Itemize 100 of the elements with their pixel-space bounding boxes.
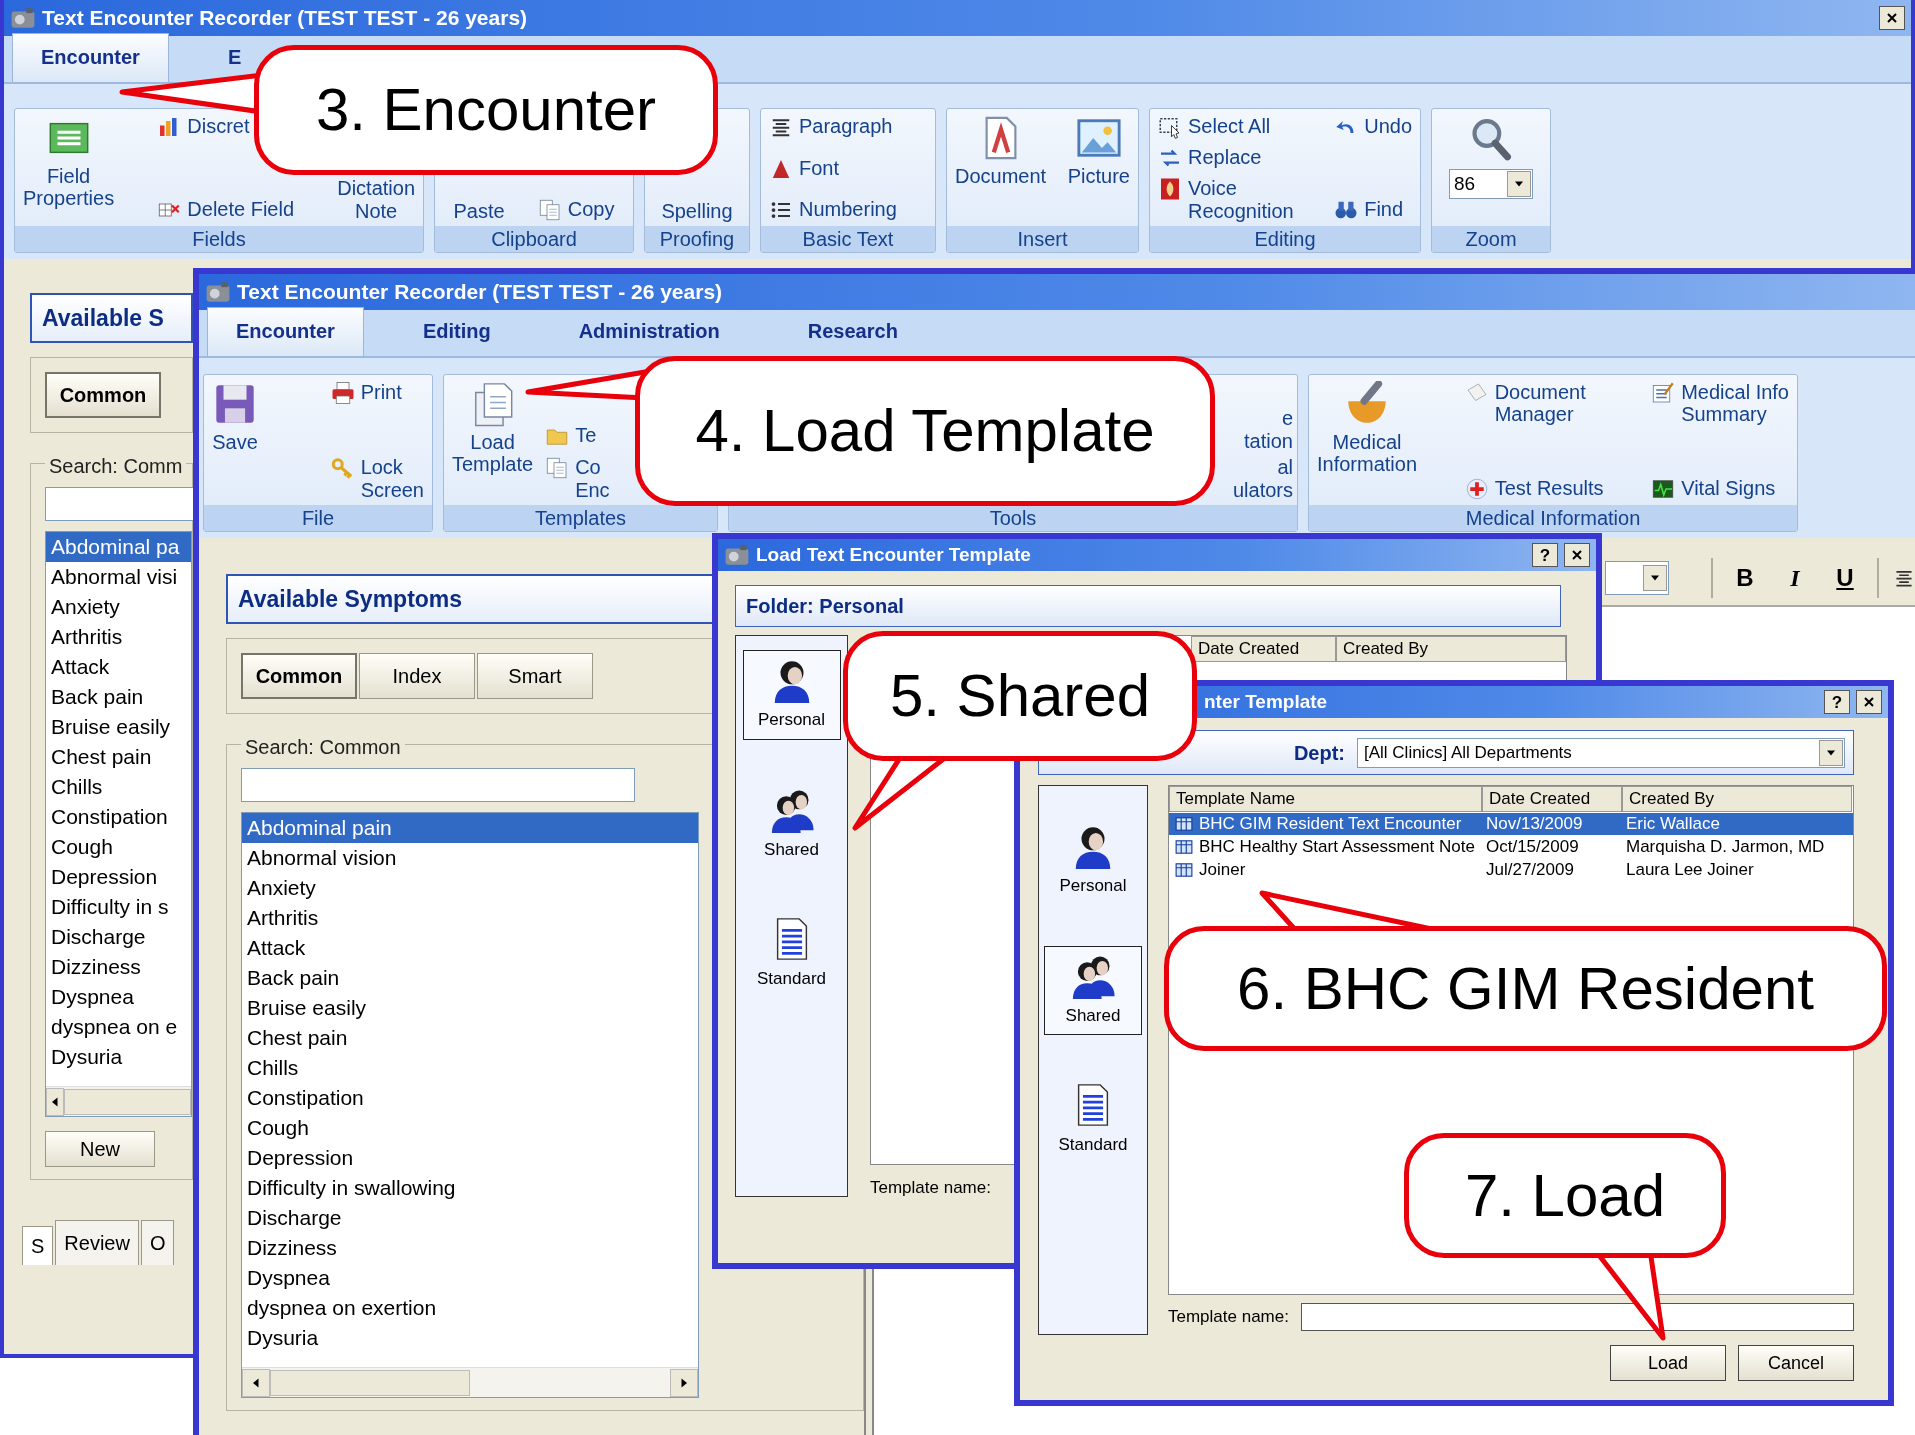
list-item[interactable]: Bruise easily xyxy=(242,993,698,1023)
ribbon-button[interactable]: Document Manager xyxy=(1464,381,1604,426)
scrollbar[interactable] xyxy=(46,1086,191,1116)
list-item[interactable]: Chest pain xyxy=(242,1023,698,1053)
ribbon-button[interactable]: Numbering xyxy=(769,198,897,222)
help-button[interactable]: ? xyxy=(1532,543,1558,567)
search-field[interactable] xyxy=(45,487,193,521)
close-button[interactable] xyxy=(1879,6,1905,30)
list-item[interactable]: Abdominal pain xyxy=(242,813,698,843)
ribbon-button[interactable]: Test Results xyxy=(1464,477,1604,501)
ribbon-button[interactable]: Paste xyxy=(453,199,505,222)
column-header[interactable]: Template Name xyxy=(1169,786,1482,812)
list-item[interactable]: Back pain xyxy=(242,963,698,993)
list-item[interactable]: Back pain xyxy=(46,682,191,712)
ribbon-button[interactable]: Print xyxy=(330,381,424,405)
tab[interactable]: Review xyxy=(55,1220,139,1265)
list-item[interactable]: Attack xyxy=(242,933,698,963)
ribbon-button[interactable]: Te xyxy=(545,424,610,449)
list-item[interactable]: Chest pain xyxy=(46,742,191,772)
ribbon-button[interactable]: Co Enc xyxy=(545,456,610,501)
new-button[interactable]: New xyxy=(45,1131,155,1167)
help-button[interactable]: ? xyxy=(1824,690,1850,714)
table-row[interactable]: BHC GIM Resident Text Encounter Nov/13/2009 Eric Wallace xyxy=(1169,813,1853,835)
ribbon-button[interactable]: Save xyxy=(212,381,258,454)
filter-button[interactable]: Smart xyxy=(477,653,593,699)
ribbon-button[interactable]: Undo xyxy=(1334,115,1412,139)
tab[interactable]: Administration xyxy=(549,307,749,356)
list-item[interactable]: Cough xyxy=(242,1113,698,1143)
list-item[interactable]: Abnormal vision xyxy=(242,843,698,873)
ribbon-button[interactable]: Copy xyxy=(537,198,615,222)
list-item[interactable]: Bruise easily xyxy=(46,712,191,742)
format-button[interactable]: U xyxy=(1827,560,1863,596)
ribbon-button[interactable]: Font xyxy=(769,156,897,181)
dept-field[interactable]: [All Clinics] All Departments xyxy=(1357,737,1845,768)
ribbon-button[interactable]: Select All xyxy=(1158,115,1323,139)
dropdown-button[interactable] xyxy=(1643,565,1667,591)
ribbon-button[interactable]: Delete Field xyxy=(157,198,295,222)
ribbon-button[interactable]: Medical Info Summary xyxy=(1651,381,1789,426)
ribbon-button[interactable]: Medical Information xyxy=(1317,381,1418,476)
folder-button[interactable]: Personal xyxy=(1044,816,1142,906)
list-item[interactable]: Cough xyxy=(46,832,191,862)
ribbon-button[interactable]: Dictation Note xyxy=(337,177,415,222)
ribbon-button[interactable]: Vital Signs xyxy=(1651,477,1789,501)
close-button[interactable] xyxy=(1564,543,1590,567)
close-button[interactable] xyxy=(1856,690,1882,714)
list-item[interactable]: Arthritis xyxy=(46,622,191,652)
zoom-field[interactable]: 86 xyxy=(1449,169,1533,199)
dialog-button[interactable]: Cancel xyxy=(1738,1345,1854,1381)
filter-button[interactable]: Index xyxy=(359,653,475,699)
table-row[interactable]: BHC Healthy Start Assessment Note Oct/15/2009 Marquisha D. Jarmon, MD xyxy=(1169,836,1853,858)
tab[interactable]: S xyxy=(22,1226,54,1265)
search-field[interactable] xyxy=(241,768,635,802)
list-item[interactable]: dyspnea on exertion xyxy=(242,1293,698,1323)
list-item[interactable]: Dizziness xyxy=(46,952,191,982)
ribbon-button[interactable]: Field Properties xyxy=(23,115,115,210)
list-item[interactable]: Chills xyxy=(242,1053,698,1083)
column-header[interactable]: Created By xyxy=(1336,636,1566,662)
column-header[interactable]: Date Created xyxy=(1482,786,1622,812)
filter-button[interactable]: Common xyxy=(45,372,161,418)
column-header[interactable]: Date Created xyxy=(1191,636,1336,662)
ribbon-button[interactable]: Document xyxy=(955,115,1047,188)
list-item[interactable]: Difficulty in s xyxy=(46,892,191,922)
list-item[interactable]: Chills xyxy=(46,772,191,802)
list-item[interactable]: Discharge xyxy=(242,1203,698,1233)
list-item[interactable]: Depression xyxy=(242,1143,698,1173)
format-button[interactable]: I xyxy=(1777,560,1813,596)
list-item[interactable]: Constipation xyxy=(46,802,191,832)
folder-button[interactable]: Standard xyxy=(742,909,841,999)
list-item[interactable]: Depression xyxy=(46,862,191,892)
ribbon-button[interactable]: Spelling xyxy=(661,199,733,222)
dropdown-field[interactable] xyxy=(1605,561,1669,595)
ribbon-button[interactable]: Replace xyxy=(1158,146,1323,171)
dialog-button[interactable]: Load xyxy=(1610,1345,1726,1381)
list-item[interactable]: Dysuria xyxy=(242,1323,698,1353)
list-item[interactable]: Dizziness xyxy=(242,1233,698,1263)
list-item[interactable]: Anxiety xyxy=(46,592,191,622)
ribbon-button[interactable]: Load Template xyxy=(452,381,534,476)
tab[interactable]: Encounter xyxy=(12,33,169,82)
folder-button[interactable]: Personal xyxy=(742,650,841,740)
tab[interactable]: Research xyxy=(778,307,927,356)
list-item[interactable]: Constipation xyxy=(242,1083,698,1113)
tab[interactable]: O xyxy=(140,1220,175,1265)
dropdown-button[interactable] xyxy=(1819,739,1843,766)
ribbon-button[interactable]: Picture xyxy=(1067,115,1130,188)
list-item[interactable]: Dyspnea xyxy=(46,982,191,1012)
ribbon-button[interactable]: al ulators xyxy=(1232,456,1293,501)
folder-button[interactable]: Shared xyxy=(1044,945,1142,1035)
dropdown-button[interactable] xyxy=(1507,171,1531,197)
tab[interactable]: Encounter xyxy=(207,307,364,356)
list-item[interactable]: Anxiety xyxy=(242,873,698,903)
format-button[interactable]: B xyxy=(1727,560,1763,596)
ribbon-button[interactable]: Voice Recognition xyxy=(1158,177,1323,222)
list-item[interactable]: Abnormal visi xyxy=(46,562,191,592)
list-item[interactable]: dyspnea on e xyxy=(46,1012,191,1042)
table-row[interactable]: Joiner Jul/27/2009 Laura Lee Joiner xyxy=(1169,859,1853,881)
ribbon-button[interactable]: Paragraph xyxy=(769,115,897,139)
list-item[interactable]: Arthritis xyxy=(242,903,698,933)
list-item[interactable]: Discharge xyxy=(46,922,191,952)
scrollbar[interactable] xyxy=(242,1367,698,1397)
folder-button[interactable]: Standard xyxy=(1044,1075,1142,1165)
